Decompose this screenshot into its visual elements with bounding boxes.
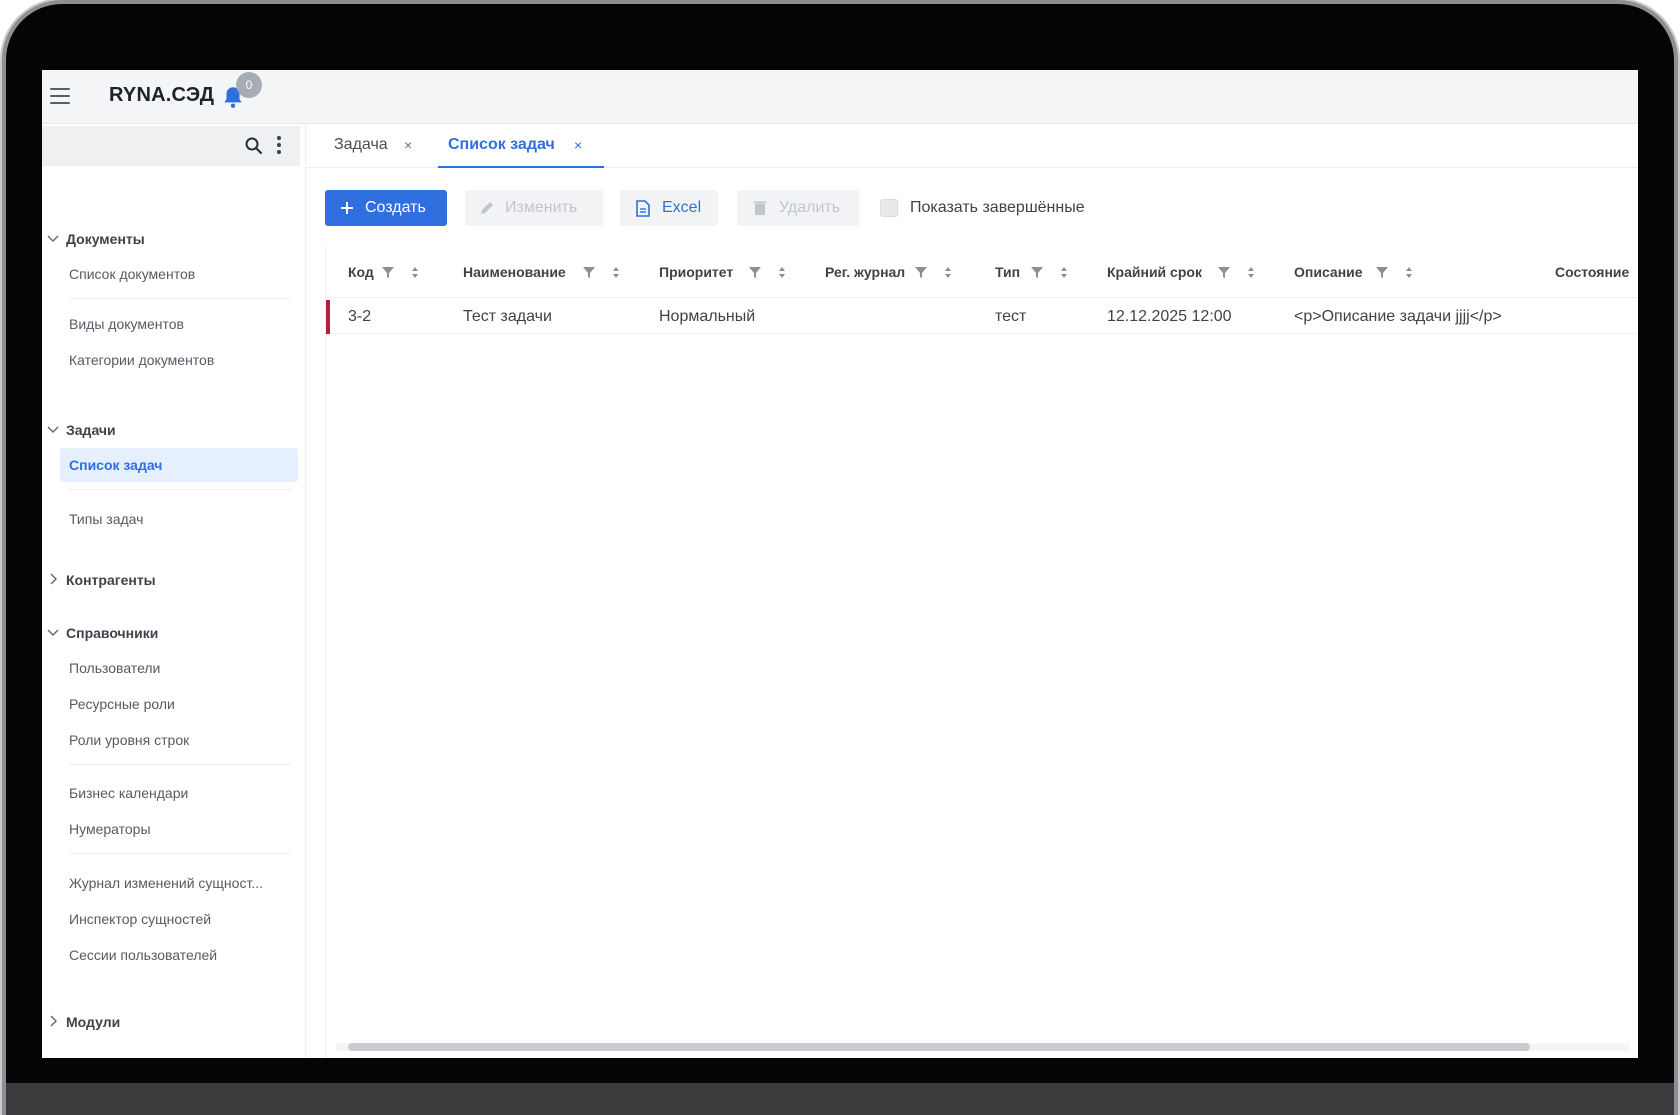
table-row[interactable]: 3-2 Тест задачи Нормальный тест 12.12.20…: [326, 298, 1638, 334]
show-completed-checkbox[interactable]: [880, 199, 898, 217]
chevron-down-icon: [47, 629, 59, 637]
column-header-state[interactable]: Состояние: [1555, 264, 1629, 280]
column-header-name[interactable]: Наименование: [463, 264, 566, 280]
chevron-down-icon: [47, 235, 59, 243]
sort-icon[interactable]: [774, 263, 790, 281]
cell-deadline: 12.12.2025 12:00: [1107, 308, 1232, 325]
sidebar-divider: [69, 853, 291, 854]
edit-button[interactable]: Изменить: [465, 190, 603, 226]
sidebar-item-document-list[interactable]: Список документов: [60, 257, 298, 291]
sidebar-search[interactable]: [42, 126, 300, 166]
table-header: Код Наименование Приоритет Рег. журнал Т…: [326, 246, 1638, 298]
cell-type: тест: [995, 308, 1027, 325]
tab-bar: Задача × Список задач ×: [306, 124, 1638, 168]
app-title: RYNA.СЭД: [109, 84, 215, 106]
sidebar-item-entity-inspector[interactable]: Инспектор сущностей: [60, 902, 298, 936]
close-icon[interactable]: ×: [404, 137, 412, 153]
sidebar-item-task-types[interactable]: Типы задач: [60, 502, 298, 536]
sidebar-item-entity-log[interactable]: Журнал изменений сущност...: [60, 866, 298, 900]
cell-name: Тест задачи: [463, 308, 552, 325]
filter-icon[interactable]: [747, 263, 763, 281]
filter-icon[interactable]: [581, 263, 597, 281]
menu-icon[interactable]: [50, 88, 70, 104]
sidebar-item-document-types[interactable]: Виды документов: [60, 307, 298, 341]
notification-badge: 0: [236, 72, 262, 98]
sidebar-item-resource-roles[interactable]: Ресурсные роли: [60, 687, 298, 721]
sort-icon[interactable]: [608, 263, 624, 281]
column-header-register[interactable]: Рег. журнал: [825, 264, 905, 280]
tab-task-list[interactable]: Список задач ×: [438, 124, 604, 168]
top-bar: RYNA.СЭД 0: [42, 70, 1638, 124]
tab-task[interactable]: Задача ×: [324, 124, 424, 168]
filter-icon[interactable]: [1029, 263, 1045, 281]
search-icon[interactable]: [244, 136, 264, 156]
filter-icon[interactable]: [1374, 263, 1390, 281]
chevron-right-icon: [50, 573, 58, 585]
sidebar-item-user-sessions[interactable]: Сессии пользователей: [60, 938, 298, 972]
laptop-base: [6, 1083, 1674, 1115]
cell-priority: Нормальный: [659, 308, 756, 325]
trash-icon: [754, 201, 766, 215]
sort-icon[interactable]: [1243, 263, 1259, 281]
cell-code: 3-2: [348, 308, 372, 325]
column-header-type[interactable]: Тип: [995, 264, 1020, 280]
row-marker: [326, 300, 330, 334]
pencil-icon: [481, 202, 493, 214]
chevron-right-icon: [50, 1015, 58, 1027]
filter-icon[interactable]: [1216, 263, 1232, 281]
sidebar-item-business-calendars[interactable]: Бизнес календари: [60, 776, 298, 810]
column-header-priority[interactable]: Приоритет: [659, 264, 733, 280]
cell-description: <p>Описание задачи jjjj</p>: [1294, 308, 1502, 325]
sort-icon[interactable]: [940, 263, 956, 281]
horizontal-scrollbar[interactable]: [336, 1043, 1629, 1051]
sidebar-group-tasks[interactable]: Задачи: [42, 416, 302, 446]
sidebar-divider: [69, 489, 291, 490]
sort-icon[interactable]: [407, 263, 423, 281]
create-button[interactable]: Создать: [325, 190, 447, 226]
sidebar-group-references[interactable]: Справочники: [42, 619, 302, 649]
column-header-code[interactable]: Код: [348, 264, 374, 280]
sidebar-item-numerators[interactable]: Нумераторы: [60, 812, 298, 846]
filter-icon[interactable]: [913, 263, 929, 281]
file-icon: [636, 200, 650, 217]
sidebar-item-row-level-roles[interactable]: Роли уровня строк: [60, 723, 298, 757]
column-header-description[interactable]: Описание: [1294, 264, 1363, 280]
sidebar-item-task-list[interactable]: Список задач: [60, 448, 298, 482]
sidebar-group-documents[interactable]: Документы: [42, 225, 302, 255]
scrollbar-thumb[interactable]: [348, 1043, 1530, 1051]
delete-button[interactable]: Удалить: [737, 190, 859, 226]
sidebar-divider: [69, 764, 291, 765]
sort-icon[interactable]: [1401, 263, 1417, 281]
task-table: Код Наименование Приоритет Рег. журнал Т…: [325, 246, 1638, 1058]
filter-icon[interactable]: [380, 263, 396, 281]
sidebar-group-counterparties[interactable]: Контрагенты: [42, 566, 302, 596]
excel-button[interactable]: Excel: [620, 190, 718, 226]
show-completed-label: Показать завершённые: [910, 199, 1085, 216]
sort-icon[interactable]: [1056, 263, 1072, 281]
column-header-deadline[interactable]: Крайний срок: [1107, 264, 1202, 280]
sidebar-item-document-categories[interactable]: Категории документов: [60, 343, 298, 377]
more-vertical-icon[interactable]: [276, 136, 282, 156]
plus-icon: [341, 202, 353, 214]
sidebar-group-modules[interactable]: Модули: [42, 1008, 302, 1038]
sidebar-divider: [69, 298, 291, 299]
app-screen: RYNA.СЭД 0 Документы Список документов В…: [42, 70, 1638, 1058]
chevron-down-icon: [47, 426, 59, 434]
close-icon[interactable]: ×: [574, 137, 582, 153]
sidebar: Документы Список документов Виды докумен…: [42, 124, 306, 1058]
sidebar-item-users[interactable]: Пользователи: [60, 651, 298, 685]
